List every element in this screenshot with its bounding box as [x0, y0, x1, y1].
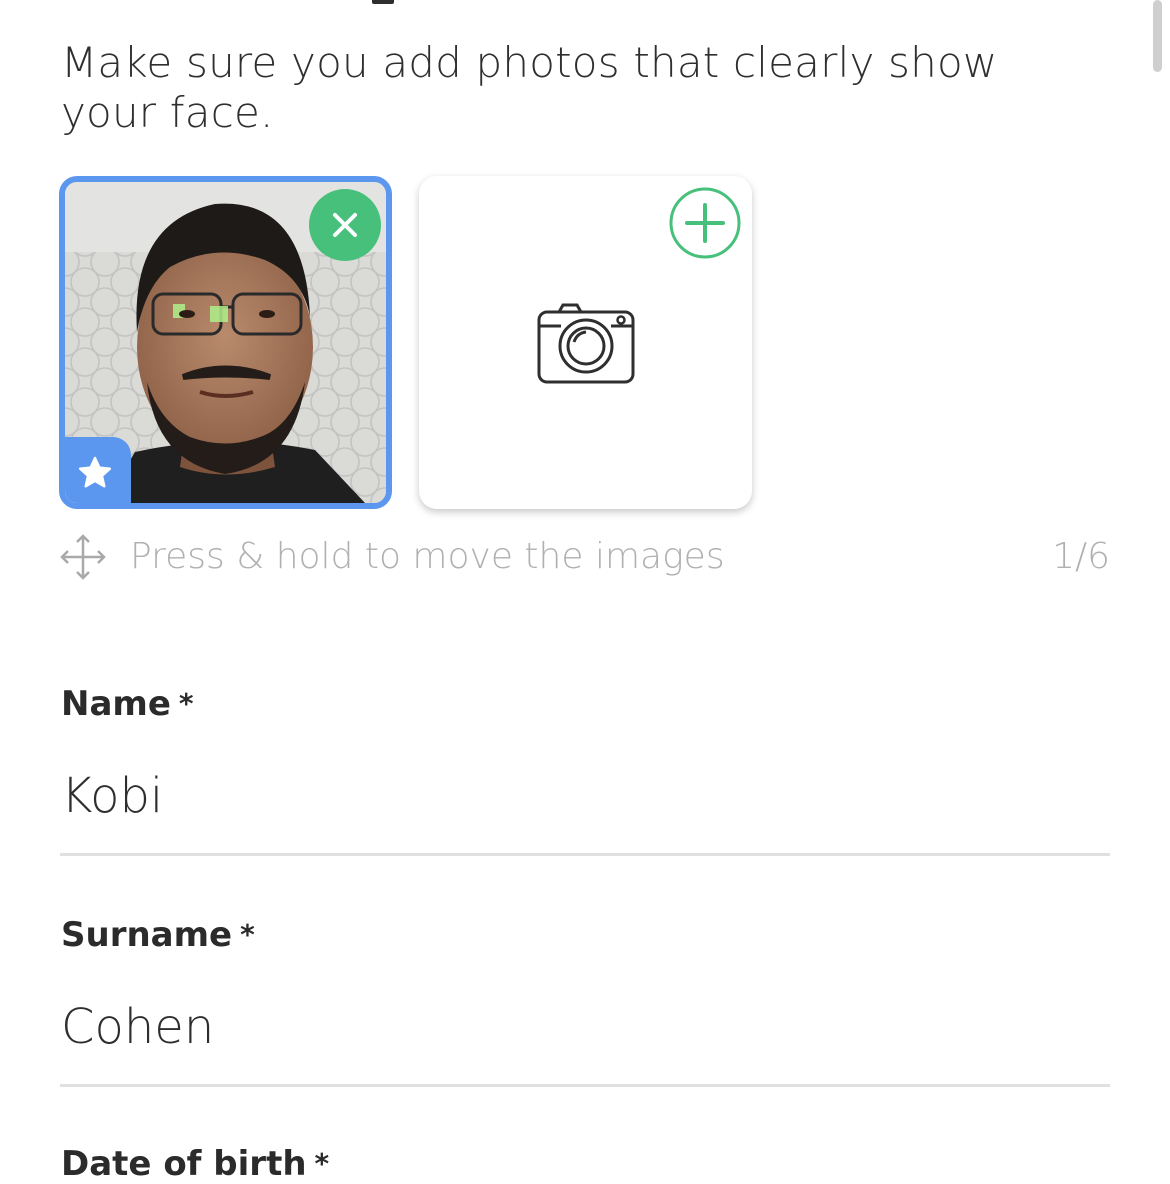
surname-label-text: Surname [61, 915, 233, 955]
required-mark: * [178, 687, 194, 720]
reorder-hint-row: Press & hold to move the images 1/6 [59, 530, 1110, 584]
primary-photo-badge [65, 437, 131, 503]
surname-input[interactable]: Cohen [61, 999, 1110, 1055]
name-label: Name * [61, 684, 1110, 724]
surname-field[interactable]: Surname * Cohen [60, 915, 1110, 1087]
photo-counter: 1/6 [1052, 536, 1110, 577]
reorder-hint-text: Press & hold to move the images [130, 536, 725, 577]
dob-label: Date of birth * [61, 1144, 1110, 1184]
name-label-text: Name [61, 684, 171, 724]
plus-circle-icon[interactable] [669, 187, 741, 259]
name-underline [60, 853, 1110, 856]
surname-underline [60, 1084, 1110, 1087]
star-icon [78, 456, 112, 488]
dob-label-text: Date of birth [61, 1144, 307, 1184]
surname-label: Surname * [61, 915, 1110, 955]
name-input[interactable]: Kobi [61, 768, 1110, 824]
required-mark: * [314, 1147, 330, 1180]
photo-tile-1[interactable] [59, 176, 392, 509]
close-icon [333, 213, 357, 237]
name-field[interactable]: Name * Kobi [60, 684, 1110, 856]
required-mark: * [240, 918, 255, 951]
heading-remnant [372, 0, 394, 4]
scrollbar[interactable] [1153, 0, 1162, 72]
camera-icon [537, 303, 635, 384]
intro-text: Make sure you add photos that clearly sh… [61, 38, 998, 137]
move-arrows-icon [60, 534, 106, 580]
remove-photo-button[interactable] [309, 189, 381, 261]
add-photo-tile[interactable] [419, 176, 752, 509]
dob-field[interactable]: Date of birth * [61, 1144, 1110, 1184]
